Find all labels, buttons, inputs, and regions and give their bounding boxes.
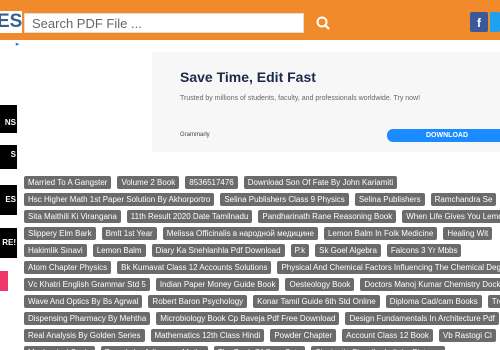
tag-cloud: Married To A Gangster Volume 2 Book 853651… xyxy=(24,176,500,350)
tag-link[interactable]: The Book Of Gem Cuts xyxy=(213,346,306,350)
tag-link[interactable]: Ramchandra Se xyxy=(430,193,497,206)
tag-link[interactable]: Married To A Gangster xyxy=(24,176,112,189)
tag-row: Hakimlik Sınavi Lemon Balm Diary Ka Snehla… xyxy=(24,244,500,261)
tag-row: Dispensing Pharmacy By Mehtha Microbiolog… xyxy=(24,312,500,329)
tag-link[interactable]: Lemon Balm In Folk Medicine xyxy=(323,227,438,240)
left-ad-block[interactable]: S xyxy=(0,145,17,169)
search-button[interactable] xyxy=(305,11,341,35)
top-bar: ES f xyxy=(0,0,500,40)
tag-link[interactable]: Mathematics 12th Class Hindi xyxy=(150,329,265,342)
tag-link[interactable]: Download Son Of Fate By John Kariamiti xyxy=(243,176,398,189)
tag-link[interactable]: P.k xyxy=(290,244,310,257)
ad-headline: Save Time, Edit Fast xyxy=(180,69,316,85)
tag-link[interactable]: Robert Baron Psychology xyxy=(148,295,248,308)
tag-link[interactable]: Oesteology Book xyxy=(285,278,355,291)
left-ad-block[interactable]: ES xyxy=(0,185,17,215)
site-logo[interactable]: ES xyxy=(0,11,22,33)
tag-link[interactable]: Dispensing Pharmacy By Mehtha xyxy=(24,312,151,325)
tag-row: Mechanical Seals Parveksha Adhyayan Maths… xyxy=(24,346,500,350)
tag-row: Married To A Gangster Volume 2 Book 853651… xyxy=(24,176,500,193)
tag-link[interactable]: Diary Ka Snehlanhla Pdf Download xyxy=(151,244,285,257)
tag-link[interactable]: Microbiology Book Cp Baveja Pdf Free Dow… xyxy=(156,312,340,325)
adchoices-icon[interactable]: ▸ xyxy=(13,41,22,49)
tag-row: Real Analysis By Golden Series Mathematic… xyxy=(24,329,500,346)
twitter-icon[interactable] xyxy=(490,12,500,32)
tag-link[interactable]: Volume 2 Book xyxy=(117,176,180,189)
tag-link[interactable]: Hsc Higher Math 1st Paper Solution By Ak… xyxy=(24,193,215,206)
left-ad-block[interactable]: RE! xyxy=(0,228,17,258)
tag-link[interactable]: Healing Wit xyxy=(443,227,493,240)
tag-link[interactable]: Atom Chapter Physics xyxy=(24,261,112,274)
tag-link[interactable]: 8536517476 xyxy=(185,176,238,189)
tag-link[interactable]: Bmlt 1st Year xyxy=(101,227,157,240)
facebook-icon[interactable]: f xyxy=(470,12,488,32)
search-input[interactable] xyxy=(24,13,304,33)
tag-link[interactable]: Doctors Manoj Kumar Chemistry Dockets xyxy=(360,278,500,291)
tag-link[interactable]: 11th Result 2020 Date Tamilnadu xyxy=(126,210,253,223)
tag-link[interactable]: Falcons 3 Yr Mbbs xyxy=(386,244,462,257)
tag-link[interactable]: When Life Gives You Lemons xyxy=(402,210,500,223)
tag-link[interactable]: Mechanical Seals xyxy=(24,346,95,350)
tag-link[interactable]: Selina Publishers xyxy=(354,193,425,206)
tag-link[interactable]: Vb Rastogi Cl xyxy=(438,329,496,342)
left-ad-block[interactable]: NS xyxy=(0,105,17,133)
tag-row: Slippery Elm Bark Bmlt 1st Year Melissa Of… xyxy=(24,227,500,244)
tag-link[interactable]: Diploma Cad/cam Books xyxy=(385,295,482,308)
ad-banner[interactable]: Save Time, Edit Fast Trusted by millions… xyxy=(152,52,500,152)
tag-link[interactable]: Physical And Chemical Factors Influencin… xyxy=(277,261,500,274)
tag-link[interactable]: Selina Publishers Class 9 Physics xyxy=(220,193,349,206)
tag-link[interactable]: Cinsiyetin Sinsellenhalinha Pictures xyxy=(311,346,446,350)
ad-description: Trusted by millions of students, faculty… xyxy=(180,95,421,102)
tag-link[interactable]: Powder Chapter xyxy=(270,329,337,342)
ad-brand: Grammarly xyxy=(180,132,210,138)
tag-link[interactable]: Bk Kumavat Class 12 Accounts Solutions xyxy=(117,261,272,274)
tag-link[interactable]: Sita Maithili Ki Virangana xyxy=(24,210,121,223)
tag-link[interactable]: Design Fundamentals In Architecture Pdf xyxy=(345,312,499,325)
tag-link[interactable]: Konar Tamil Guide 6th Std Online xyxy=(253,295,380,308)
tag-link[interactable]: Lemon Balm xyxy=(92,244,146,257)
tag-link[interactable]: Real Analysis By Golden Series xyxy=(24,329,145,342)
tag-link[interactable]: Hakimlik Sınavi xyxy=(24,244,87,257)
ad-download-button[interactable]: DOWNLOAD xyxy=(387,129,500,142)
tag-row: Wave And Optics By Bs Agrwal Robert Baron… xyxy=(24,295,500,312)
tag-row: Vc Khatri English Grammar Std 5 Indian Pa… xyxy=(24,278,500,295)
tag-link[interactable]: Pandharinath Rane Reasoning Book xyxy=(258,210,397,223)
tag-row: Atom Chapter Physics Bk Kumavat Class 12 … xyxy=(24,261,500,278)
tag-link[interactable]: Sk Goel Algebra xyxy=(315,244,381,257)
tag-link[interactable]: Indian Paper Money Guide Book xyxy=(155,278,280,291)
tag-link[interactable]: Wave And Optics By Bs Agrwal xyxy=(24,295,143,308)
tag-link[interactable]: Melissa Officinalis в народной медицине xyxy=(162,227,318,240)
tag-row: Sita Maithili Ki Virangana 11th Result 20… xyxy=(24,210,500,227)
left-ad-accent xyxy=(0,271,8,291)
tag-link[interactable]: Vc Khatri English Grammar Std 5 xyxy=(24,278,150,291)
search-icon xyxy=(316,16,330,30)
tag-link[interactable]: Treat xyxy=(487,295,500,308)
tag-link[interactable]: Slippery Elm Bark xyxy=(24,227,96,240)
tag-row: Hsc Higher Math 1st Paper Solution By Ak… xyxy=(24,193,500,210)
tag-link[interactable]: Account Class 12 Book xyxy=(342,329,433,342)
tag-link[interactable]: Parveksha Adhyayan Maths xyxy=(100,346,208,350)
